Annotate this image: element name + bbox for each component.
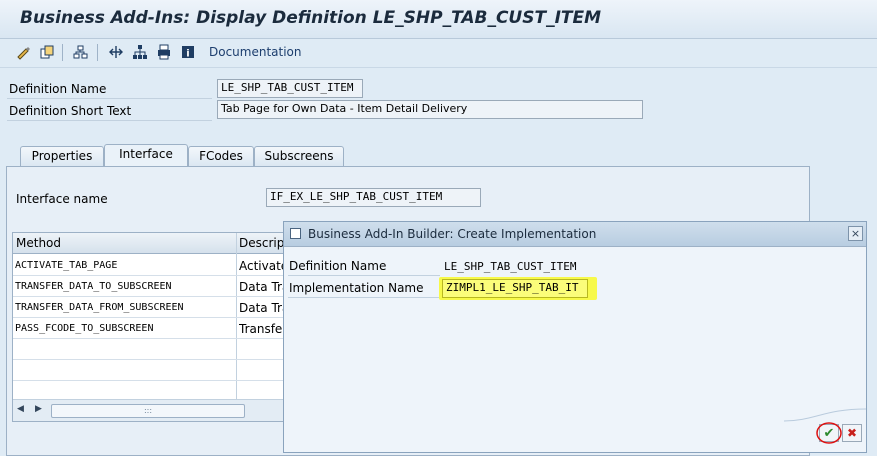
label-underline — [288, 297, 440, 298]
dialog-definition-name-value: LE_SHP_TAB_CUST_ITEM — [444, 260, 577, 273]
label-underline — [7, 98, 212, 99]
row-divider — [13, 359, 291, 360]
row-divider — [13, 380, 291, 381]
tab-interface[interactable]: Interface — [104, 144, 188, 166]
short-text-label: Definition Short Text — [9, 104, 132, 118]
create-implementation-dialog: Business Add-In Builder: Create Implemen… — [283, 221, 867, 453]
table-row-description[interactable]: Transfer — [239, 322, 287, 336]
tab-fcodes[interactable]: FCodes — [188, 146, 254, 166]
label-underline — [288, 275, 440, 276]
table-row-method[interactable]: TRANSFER_DATA_FROM_SUBSCREEN — [15, 302, 184, 313]
scroll-right-icon[interactable]: ▶ — [35, 404, 42, 414]
horizontal-scrollbar[interactable]: ◀ ▶ ::: — [13, 399, 291, 421]
table-header: Method Descript — [13, 233, 291, 254]
column-header-method[interactable]: Method — [16, 236, 61, 250]
scroll-thumb[interactable]: ::: — [51, 404, 245, 418]
dialog-close-button[interactable]: × — [848, 226, 863, 241]
methods-table: Method Descript ACTIVATE_TAB_PAGE Activa… — [12, 232, 292, 422]
edit-icon[interactable] — [14, 42, 34, 62]
table-row-method[interactable]: ACTIVATE_TAB_PAGE — [15, 260, 117, 271]
documentation-button[interactable]: Documentation — [209, 45, 302, 59]
definition-name-field: LE_SHP_TAB_CUST_ITEM — [217, 79, 363, 98]
table-row-description[interactable]: Data Tra — [239, 280, 289, 294]
dialog-title-bar: Business Add-In Builder: Create Implemen… — [284, 222, 866, 247]
info-icon[interactable]: i — [178, 42, 198, 62]
tab-subscreens[interactable]: Subscreens — [254, 146, 344, 166]
hierarchy-icon[interactable] — [130, 42, 150, 62]
cancel-icon: ✖ — [846, 426, 858, 440]
window-title: Business Add-Ins: Display Definition LE_… — [20, 8, 602, 28]
object-list-icon[interactable] — [70, 42, 90, 62]
dialog-title: Business Add-In Builder: Create Implemen… — [308, 227, 597, 241]
column-divider — [236, 233, 237, 403]
print-icon[interactable] — [154, 42, 174, 62]
definition-name-label: Definition Name — [9, 82, 107, 96]
table-row-description[interactable]: Data Tra — [239, 301, 289, 315]
row-divider — [13, 338, 291, 339]
interface-name-field: IF_EX_LE_SHP_TAB_CUST_ITEM — [266, 188, 481, 207]
dialog-implementation-name-label: Implementation Name — [289, 281, 424, 295]
table-row-method[interactable]: PASS_FCODE_TO_SUBSCREEN — [15, 323, 153, 334]
table-row-description[interactable]: Activate — [239, 259, 288, 273]
label-underline — [7, 120, 212, 121]
row-divider — [13, 275, 291, 276]
application-toolbar: i Documentation — [0, 39, 877, 68]
row-divider — [13, 317, 291, 318]
dialog-definition-name-label: Definition Name — [289, 259, 387, 273]
implementation-name-input[interactable]: ZIMPL1_LE_SHP_TAB_IT — [442, 279, 588, 298]
scroll-left-icon[interactable]: ◀ — [17, 404, 24, 414]
svg-text:i: i — [186, 49, 189, 60]
table-row-method[interactable]: TRANSFER_DATA_TO_SUBSCREEN — [15, 281, 172, 292]
short-text-field: Tab Page for Own Data - Item Detail Deli… — [217, 100, 643, 119]
tab-properties[interactable]: Properties — [20, 146, 104, 166]
toolbar-separator — [97, 44, 98, 61]
dialog-window-icon — [290, 228, 301, 239]
interface-name-label: Interface name — [16, 192, 108, 206]
title-bar: Business Add-Ins: Display Definition LE_… — [0, 0, 877, 39]
navigate-icon[interactable] — [106, 42, 126, 62]
cancel-button[interactable]: ✖ — [842, 424, 862, 442]
copy-icon[interactable] — [37, 42, 57, 62]
red-circle-annotation — [816, 422, 842, 444]
column-header-description[interactable]: Descript — [239, 236, 289, 250]
row-divider — [13, 296, 291, 297]
toolbar-separator — [62, 44, 63, 61]
